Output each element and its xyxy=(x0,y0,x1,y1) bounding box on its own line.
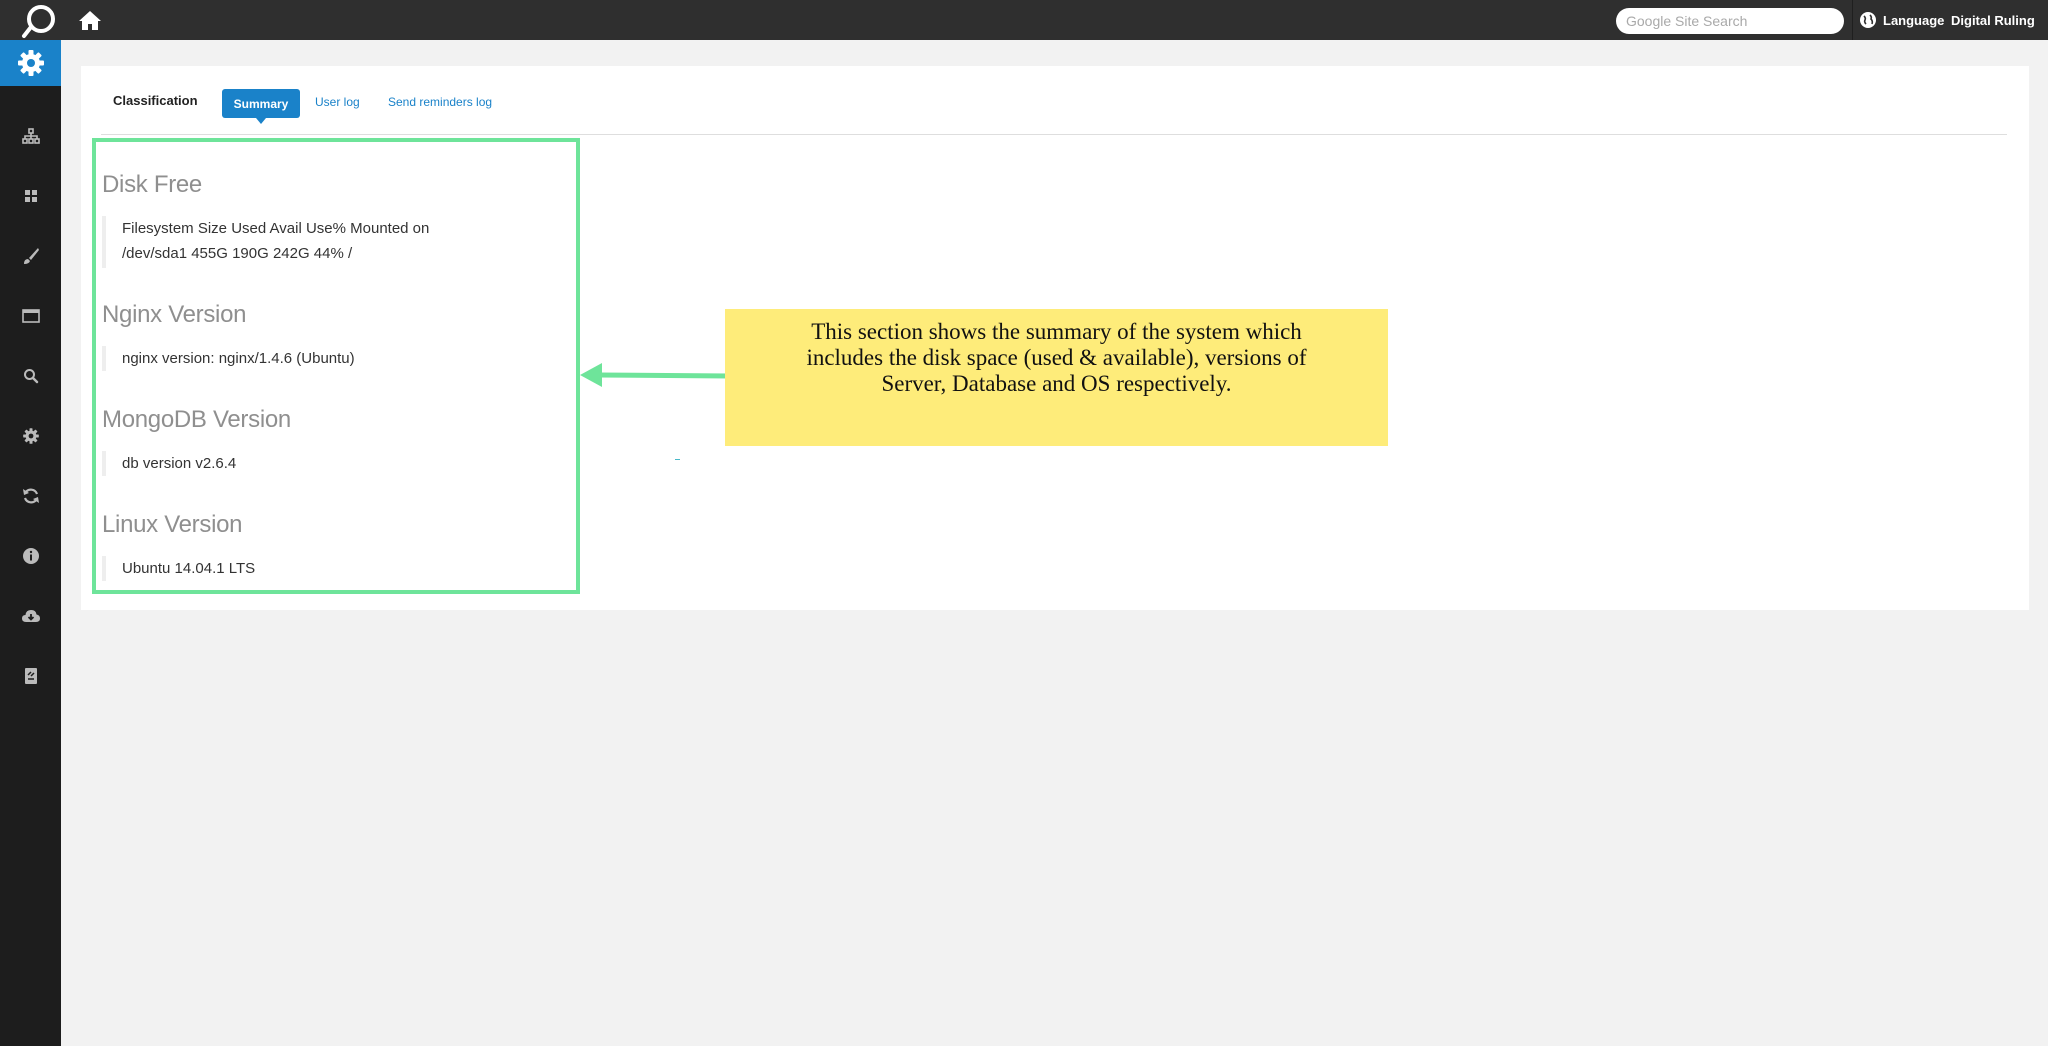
annotation-arrow-icon xyxy=(580,363,730,387)
user-menu-button[interactable]: Digital Ruling xyxy=(1951,0,2035,40)
sidebar-item-settings-main[interactable] xyxy=(0,40,61,86)
document-icon xyxy=(24,668,37,684)
stray-mark xyxy=(675,459,680,460)
sidebar-item-backup[interactable] xyxy=(0,594,61,638)
info-icon xyxy=(22,548,39,564)
sidebar-item-dashboard[interactable] xyxy=(0,174,61,218)
globe-icon xyxy=(1860,12,1876,28)
language-button[interactable]: Language xyxy=(1859,0,1944,40)
tabs-divider xyxy=(101,134,2007,135)
sidebar-item-sitemap[interactable] xyxy=(0,114,61,158)
annotation-line-1: This section shows the summary of the sy… xyxy=(811,319,1302,344)
tab-summary[interactable]: Summary xyxy=(222,89,300,124)
annotation-callout: This section shows the summary of the sy… xyxy=(725,309,1388,446)
sidebar-item-docs[interactable] xyxy=(0,654,61,698)
window-icon xyxy=(21,309,40,323)
sitemap-icon xyxy=(21,128,40,144)
header-divider xyxy=(1852,0,1853,40)
sidebar-item-search[interactable] xyxy=(0,354,61,398)
language-label: Language xyxy=(1883,12,1945,28)
tab-classification[interactable]: Classification xyxy=(113,93,198,108)
settings-icon xyxy=(22,428,39,444)
site-search-input[interactable] xyxy=(1616,8,1844,34)
cloud-download-icon xyxy=(21,610,40,622)
refresh-icon xyxy=(22,488,39,504)
user-label: Digital Ruling xyxy=(1951,12,2035,28)
tab-send-reminders-log[interactable]: Send reminders log xyxy=(388,95,492,109)
sidebar-item-sync[interactable] xyxy=(0,474,61,518)
tab-user-log[interactable]: User log xyxy=(315,95,360,109)
sidebar-item-info[interactable] xyxy=(0,534,61,578)
sidebar-item-pages[interactable] xyxy=(0,294,61,338)
annotation-line-3: Server, Database and OS respectively. xyxy=(881,371,1232,396)
sidebar-item-configuration[interactable] xyxy=(0,414,61,458)
grid-icon xyxy=(24,190,37,202)
annotation-line-2: includes the disk space (used & availabl… xyxy=(806,345,1307,370)
summary-highlight-frame xyxy=(92,138,580,594)
top-bar: Language Digital Ruling xyxy=(0,0,2048,40)
sidebar-item-design[interactable] xyxy=(0,234,61,278)
home-icon[interactable] xyxy=(78,9,102,31)
search-icon xyxy=(23,369,38,384)
sidebar xyxy=(0,40,61,1046)
gear-icon xyxy=(17,50,44,76)
brush-icon xyxy=(23,248,39,264)
app-logo-icon[interactable] xyxy=(21,3,57,39)
